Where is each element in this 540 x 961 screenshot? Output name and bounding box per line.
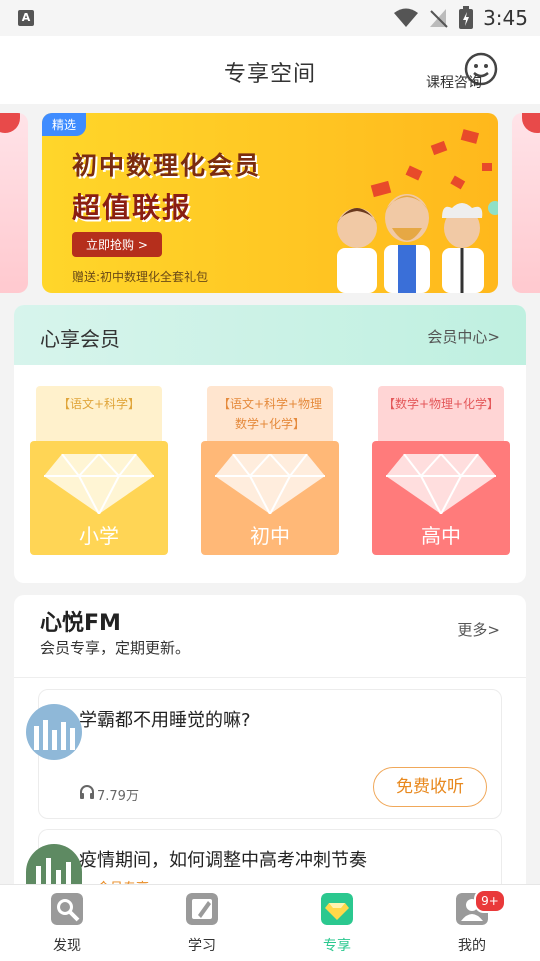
discover-icon	[51, 893, 83, 925]
fm-item-title: 学霸都不用睡觉的嘛?	[79, 710, 251, 731]
package-name: 高中	[421, 524, 461, 548]
study-icon	[186, 893, 218, 925]
battery-icon	[459, 6, 473, 29]
fm-section-subtitle: 会员专享，定期更新。	[40, 639, 191, 657]
banner-gift-text: 赠送:初中数理化全套礼包	[72, 270, 209, 284]
package-subjects: 【数学+物理+化学】	[378, 386, 504, 448]
member-section-title: 心享会员	[40, 327, 120, 351]
nav-label: 学习	[188, 938, 216, 954]
banner-next-slide[interactable]	[512, 113, 540, 293]
fm-section-title: 心悦FM	[40, 611, 121, 636]
package-subjects: 【语文+科学】	[36, 386, 162, 448]
member-card: 心享会员 会员中心> 【语文+科学】 小学 【语文+科学+物理数学+化学】 初中…	[14, 305, 526, 583]
member-center-link[interactable]: 会员中心>	[427, 326, 500, 347]
nav-item-discover[interactable]: 发现	[27, 885, 107, 961]
free-listen-button[interactable]: 免费收听	[373, 767, 487, 807]
package-subjects: 【语文+科学+物理数学+化学】	[207, 386, 333, 448]
app-header: 专享空间 课程咨询	[0, 36, 540, 104]
banner-prev-slide[interactable]	[0, 113, 28, 293]
nav-label: 我的	[458, 938, 486, 954]
headphones-icon	[80, 785, 94, 799]
package-junior[interactable]: 【语文+科学+物理数学+化学】 初中	[201, 386, 339, 556]
banner-subheadline: 超值联报	[72, 191, 193, 224]
wifi-icon	[394, 8, 418, 27]
nav-item-profile[interactable]: 9+ 我的	[432, 885, 512, 961]
no-signal-icon	[430, 9, 448, 28]
scientists-illustration	[337, 194, 498, 293]
nav-item-exclusive[interactable]: 专享	[297, 885, 377, 961]
status-bar: A 3:45	[0, 0, 540, 36]
package-name: 初中	[250, 524, 290, 548]
notification-badge: 9+	[474, 889, 506, 913]
play-count: 7.79万	[97, 789, 139, 804]
fm-more-link[interactable]: 更多>	[457, 619, 500, 640]
diamond-icon	[44, 454, 154, 514]
bottom-nav: 发现 学习 专享 9+ 我的	[0, 884, 540, 961]
fm-list-item[interactable]: 疫情期间，如何调整中高考冲刺节奏 会员专享	[38, 829, 502, 890]
exclusive-icon	[321, 893, 353, 925]
featured-tag: 精选	[42, 113, 87, 136]
banner-headline: 初中数理化会员	[72, 151, 262, 180]
package-name: 小学	[79, 524, 119, 548]
diamond-icon	[215, 454, 325, 514]
nav-label: 专享	[323, 938, 351, 954]
package-primary[interactable]: 【语文+科学】 小学	[30, 386, 168, 556]
course-consult-button[interactable]: 课程咨询	[426, 72, 482, 92]
clock: 3:45	[483, 6, 528, 30]
banner-slide[interactable]: 精选 初中数理化会员 超值联报 立即抢购 > 赠送:初中数理化全套礼包	[42, 113, 498, 293]
nav-label: 发现	[53, 938, 81, 954]
notification-a-icon: A	[18, 10, 34, 26]
divider	[14, 677, 526, 678]
fm-avatar	[26, 704, 82, 760]
package-senior[interactable]: 【数学+物理+化学】 高中	[372, 386, 510, 556]
nav-item-study[interactable]: 学习	[162, 885, 242, 961]
buy-now-button[interactable]: 立即抢购 >	[72, 232, 162, 257]
diamond-icon	[386, 454, 496, 514]
fm-item-title: 疫情期间，如何调整中高考冲刺节奏	[79, 850, 367, 871]
